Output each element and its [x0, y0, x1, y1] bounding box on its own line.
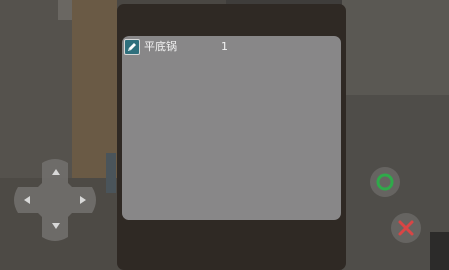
x-icon	[398, 220, 414, 236]
dpad-up-arrow[interactable]	[52, 169, 60, 175]
dpad-right-arrow[interactable]	[80, 196, 86, 204]
dpad-left-arrow[interactable]	[24, 196, 30, 204]
cancel-button[interactable]	[391, 213, 421, 243]
item-quantity: 1	[221, 40, 228, 53]
pencil-icon	[124, 39, 140, 55]
confirm-button[interactable]	[370, 167, 400, 197]
circle-icon	[376, 173, 394, 191]
inventory-item[interactable]: 平底锅 1	[122, 36, 341, 58]
dpad-down-arrow[interactable]	[52, 223, 60, 229]
item-name: 平底锅	[144, 40, 177, 53]
inventory-list: 平底锅 1	[122, 36, 341, 220]
